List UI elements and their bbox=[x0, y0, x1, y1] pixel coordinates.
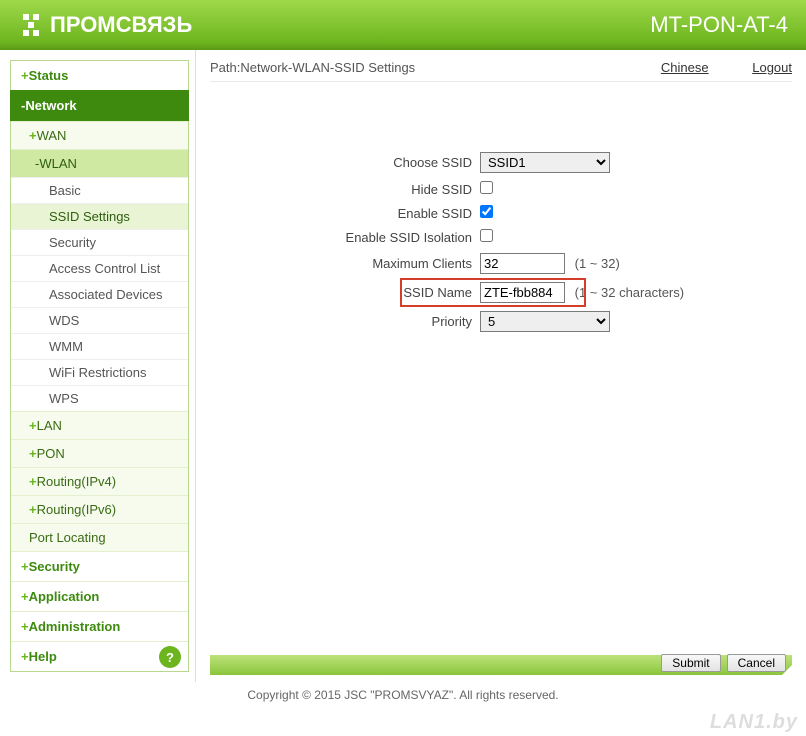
choose-ssid-select[interactable]: SSID1 bbox=[480, 152, 610, 173]
nav-lan[interactable]: +LAN bbox=[11, 411, 188, 439]
nav-wlan-wmm[interactable]: WMM bbox=[11, 333, 188, 359]
nav-routing-ipv6[interactable]: +Routing(IPv6) bbox=[11, 495, 188, 523]
nav-wlan-wps[interactable]: WPS bbox=[11, 385, 188, 411]
breadcrumb: Path:Network-WLAN-SSID Settings bbox=[210, 60, 415, 75]
path-bar: Path:Network-WLAN-SSID Settings Chinese … bbox=[210, 58, 792, 82]
help-icon[interactable]: ? bbox=[159, 646, 181, 668]
hide-ssid-checkbox[interactable] bbox=[480, 181, 493, 194]
nav-wlan-wifi-restrict[interactable]: WiFi Restrictions bbox=[11, 359, 188, 385]
nav-port-locating[interactable]: Port Locating bbox=[11, 523, 188, 551]
nav-administration[interactable]: +Administration bbox=[11, 611, 188, 641]
max-clients-hint: (1 ~ 32) bbox=[575, 256, 620, 271]
copyright: Copyright © 2015 JSC "PROMSVYAZ". All ri… bbox=[0, 682, 806, 712]
nav-wlan-assoc[interactable]: Associated Devices bbox=[11, 281, 188, 307]
nav-wlan-basic[interactable]: Basic bbox=[11, 177, 188, 203]
logout-link[interactable]: Logout bbox=[752, 60, 792, 75]
enable-ssid-checkbox[interactable] bbox=[480, 205, 493, 218]
nav-wlan[interactable]: -WLAN bbox=[11, 149, 188, 177]
model-name: MT-PON-AT-4 bbox=[650, 12, 788, 38]
nav-network[interactable]: -Network bbox=[10, 90, 189, 121]
ssid-name-input[interactable] bbox=[480, 282, 565, 303]
watermark: LAN1.by bbox=[710, 711, 798, 734]
ssid-name-hint: (1 ~ 32 characters) bbox=[575, 285, 684, 300]
top-header: ПРОМСВЯЗЬ MT-PON-AT-4 bbox=[0, 0, 806, 50]
brand-icon bbox=[18, 12, 44, 38]
brand-label: ПРОМСВЯЗЬ bbox=[50, 12, 192, 38]
max-clients-input[interactable] bbox=[480, 253, 565, 274]
submit-button[interactable]: Submit bbox=[661, 654, 720, 672]
nav-application[interactable]: +Application bbox=[11, 581, 188, 611]
enable-ssid-label: Enable SSID bbox=[210, 206, 480, 221]
nav-wan[interactable]: +WAN bbox=[11, 121, 188, 149]
isolation-checkbox[interactable] bbox=[480, 229, 493, 242]
hide-ssid-label: Hide SSID bbox=[210, 182, 480, 197]
footer: Submit Cancel bbox=[210, 645, 792, 672]
nav-security[interactable]: +Security bbox=[11, 551, 188, 581]
brand: ПРОМСВЯЗЬ bbox=[18, 12, 192, 38]
lang-chinese-link[interactable]: Chinese bbox=[661, 60, 709, 75]
nav-wlan-security[interactable]: Security bbox=[11, 229, 188, 255]
nav-wlan-wds[interactable]: WDS bbox=[11, 307, 188, 333]
ssid-name-label: SSID Name bbox=[210, 285, 480, 300]
nav-routing-ipv4[interactable]: +Routing(IPv4) bbox=[11, 467, 188, 495]
nav-wlan-ssid-settings[interactable]: SSID Settings bbox=[11, 203, 188, 229]
priority-select[interactable]: 5 bbox=[480, 311, 610, 332]
choose-ssid-label: Choose SSID bbox=[210, 155, 480, 170]
nav-wlan-acl[interactable]: Access Control List bbox=[11, 255, 188, 281]
sidebar: +Status -Network +WAN -WLAN Basic SSID S… bbox=[0, 50, 195, 682]
priority-label: Priority bbox=[210, 314, 480, 329]
cancel-button[interactable]: Cancel bbox=[727, 654, 786, 672]
max-clients-label: Maximum Clients bbox=[210, 256, 480, 271]
isolation-label: Enable SSID Isolation bbox=[210, 230, 480, 245]
ssid-settings-form: Choose SSID SSID1 Hide SSID Enable SSID bbox=[210, 152, 792, 340]
content-area: Path:Network-WLAN-SSID Settings Chinese … bbox=[195, 50, 806, 682]
nav-pon[interactable]: +PON bbox=[11, 439, 188, 467]
nav-status[interactable]: +Status bbox=[10, 60, 189, 90]
